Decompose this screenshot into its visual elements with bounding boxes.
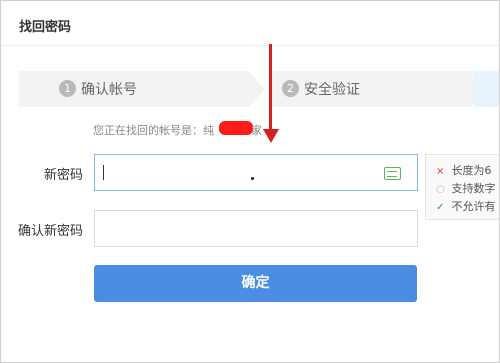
rule-text: 长度为6: [451, 164, 492, 177]
rule-disallow: ✓ 不允许有: [436, 198, 496, 214]
panel-header: 找回密码: [1, 1, 499, 46]
step-1-chevron: [249, 71, 265, 107]
step-3: [474, 71, 499, 107]
redaction-mark: [219, 121, 253, 135]
password-rules-tooltip: × 长度为6 ○ 支持数字 ✓ 不允许有: [425, 154, 499, 220]
step-2-label: 安全验证: [304, 82, 360, 98]
step-1-label: 确认帐号: [81, 82, 137, 98]
account-hint-suffix: 家: [251, 124, 262, 137]
confirm-password-input[interactable]: [94, 210, 418, 247]
confirm-button[interactable]: 确定: [94, 265, 417, 302]
rule-chars: ○ 支持数字: [436, 180, 496, 196]
rule-text: 不允许有: [451, 200, 496, 213]
step-2: [271, 71, 471, 107]
rule-length: × 长度为6: [436, 162, 492, 178]
rule-text: 支持数字: [451, 182, 496, 195]
text-caret: [103, 165, 104, 180]
cross-icon: ×: [436, 166, 445, 177]
circle-icon: ○: [436, 184, 445, 195]
new-password-input[interactable]: [94, 154, 418, 191]
annotation-arrow-shaft: [269, 44, 272, 132]
find-password-panel: 找回密码 1 确认帐号 2 安全验证 您正在找回的帐号是：纯 家 新密码 确认新…: [0, 0, 500, 363]
step-2-number: 2: [282, 80, 299, 97]
keyboard-icon[interactable]: [384, 167, 401, 180]
step-progress-bar: 1 确认帐号 2 安全验证: [19, 71, 499, 107]
step-1-number: 1: [59, 80, 76, 97]
page-title: 找回密码: [19, 20, 72, 35]
account-hint: 您正在找回的帐号是：纯: [93, 124, 214, 137]
confirm-password-label: 确认新密码: [17, 224, 83, 239]
new-password-label: 新密码: [43, 168, 83, 183]
cursor-dot: [251, 177, 254, 180]
annotation-arrow-icon: [263, 129, 279, 143]
check-icon: ✓: [436, 202, 445, 213]
